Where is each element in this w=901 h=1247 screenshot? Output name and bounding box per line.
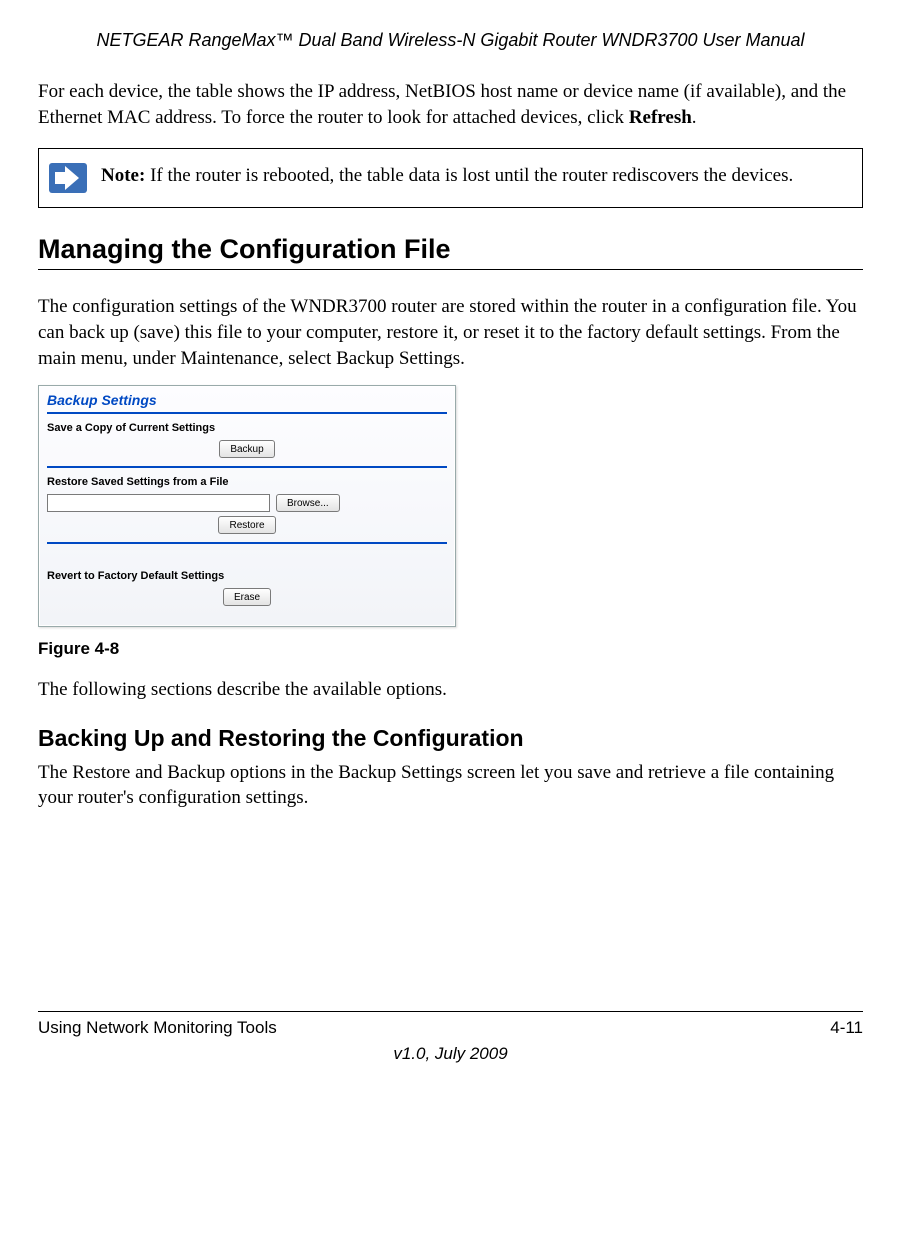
intro-text-b: . [692,107,697,128]
restore-button[interactable]: Restore [218,516,275,534]
screenshot-separator [47,466,447,468]
backup-settings-screenshot: Backup Settings Save a Copy of Current S… [38,385,456,627]
note-text: Note: If the router is rebooted, the tab… [101,163,793,190]
screenshot-title: Backup Settings [47,392,447,408]
save-copy-label: Save a Copy of Current Settings [47,422,447,434]
subsection-paragraph: The Restore and Backup options in the Ba… [38,760,863,811]
page-header-title: NETGEAR RangeMax™ Dual Band Wireless-N G… [38,30,863,51]
screenshot-separator [47,412,447,414]
screenshot-separator [47,542,447,544]
section-heading-managing-config: Managing the Configuration File [38,234,863,265]
arrow-right-icon [49,163,87,193]
intro-paragraph: For each device, the table shows the IP … [38,79,863,130]
subsection-heading-backup-restore: Backing Up and Restoring the Configurati… [38,725,863,752]
section1-paragraph: The configuration settings of the WNDR37… [38,294,863,371]
browse-button[interactable]: Browse... [276,494,340,512]
erase-button[interactable]: Erase [223,588,271,606]
page-footer: Using Network Monitoring Tools 4-11 v1.0… [38,1011,863,1064]
footer-page-number: 4-11 [830,1018,863,1038]
after-figure-paragraph: The following sections describe the avai… [38,677,863,703]
revert-factory-label: Revert to Factory Default Settings [47,570,447,582]
footer-rule [38,1011,863,1012]
note-callout: Note: If the router is rebooted, the tab… [38,148,863,208]
figure-caption: Figure 4-8 [38,639,863,659]
restore-saved-label: Restore Saved Settings from a File [47,476,447,488]
backup-button[interactable]: Backup [219,440,274,458]
note-body: If the router is rebooted, the table dat… [145,165,793,186]
note-label: Note: [101,165,145,186]
intro-text-a: For each device, the table shows the IP … [38,81,846,128]
footer-left: Using Network Monitoring Tools [38,1018,277,1038]
footer-version: v1.0, July 2009 [38,1044,863,1064]
refresh-bold: Refresh [629,107,692,128]
restore-file-path-input[interactable] [47,494,270,512]
section-rule [38,269,863,270]
